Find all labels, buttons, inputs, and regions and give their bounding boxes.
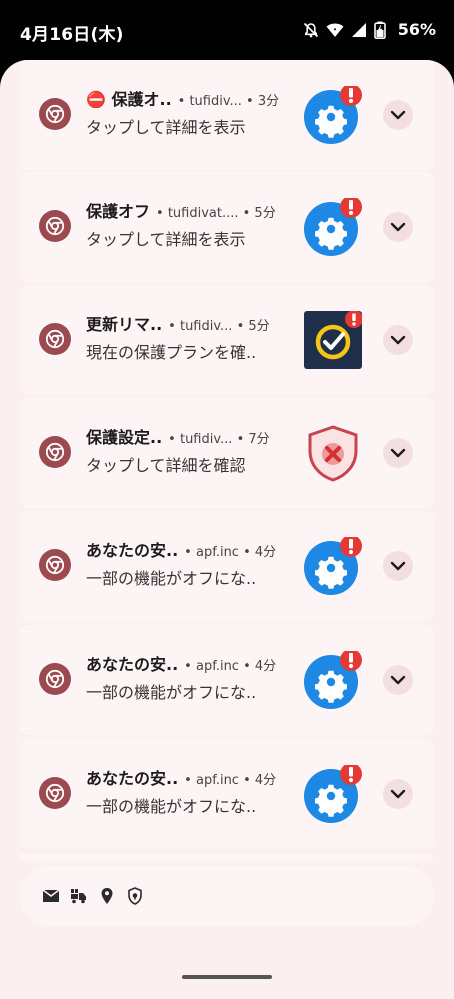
notification-title: 保護オフ [86, 202, 151, 220]
chrome-icon [39, 436, 71, 468]
chevron-down-icon [390, 110, 406, 120]
chevron-down-icon [390, 675, 406, 685]
notification-title: 保護設定.. [86, 428, 163, 446]
notification-header: あなたの安.. • apf.inc • 4分 [86, 765, 300, 787]
delivery-truck-icon [70, 887, 88, 905]
notification-header: 更新リマ.. • tufidiv... • 5分 [86, 311, 300, 333]
notification-header: あなたの安.. • apf.inc • 4分 [86, 651, 300, 673]
chevron-down-icon [390, 222, 406, 232]
notification-body: 一部の機能がオフにな.. [86, 683, 257, 702]
chrome-icon [39, 549, 71, 581]
shield-x-icon [304, 424, 362, 482]
notification-title: あなたの安.. [86, 541, 179, 559]
chevron-down-icon [390, 789, 406, 799]
notification-header: 保護オフ • tufidivat.... • 5分 [86, 198, 300, 220]
gear-alert-icon [304, 84, 362, 144]
notification-stack-edge [20, 853, 434, 861]
notification-title: 更新リマ.. [86, 315, 163, 333]
notification-meta: • tufidivat.... • 5分 [156, 206, 276, 220]
gesture-navigation-handle[interactable] [182, 975, 272, 979]
chrome-icon [39, 663, 71, 695]
notification-title: ⛔ 保護オ.. [86, 90, 172, 108]
notification-body: タップして詳細を確認 [86, 456, 246, 475]
expand-button[interactable] [383, 779, 413, 809]
status-icons: 56% [302, 20, 436, 39]
battery-charging-icon [373, 21, 392, 39]
mute-icon [302, 21, 320, 39]
silent-notifications-row[interactable] [20, 866, 434, 926]
chrome-icon [39, 777, 71, 809]
notification-title: あなたの安.. [86, 769, 179, 787]
expand-button[interactable] [383, 551, 413, 581]
expand-button[interactable] [383, 325, 413, 355]
notification-body: 現在の保護プランを確.. [86, 343, 257, 362]
notification-header: 保護設定.. • tufidiv... • 7分 [86, 424, 300, 446]
notification-meta: • apf.inc • 4分 [184, 545, 277, 559]
notification-card[interactable]: あなたの安.. • apf.inc • 4分一部の機能がオフにな.. [20, 511, 434, 621]
notification-card[interactable]: 更新リマ.. • tufidiv... • 5分現在の保護プランを確.. [20, 285, 434, 395]
notification-body: タップして詳細を表示 [86, 230, 246, 249]
notification-title: あなたの安.. [86, 655, 179, 673]
notification-body: 一部の機能がオフにな.. [86, 797, 257, 816]
notification-card[interactable]: あなたの安.. • apf.inc • 4分一部の機能がオフにな.. [20, 625, 434, 735]
expand-button[interactable] [383, 212, 413, 242]
chevron-down-icon [390, 335, 406, 345]
gear-alert-icon [304, 196, 362, 256]
chrome-icon [39, 210, 71, 242]
notification-meta: • tufidiv... • 7分 [168, 432, 270, 446]
notification-shade: ⛔ 保護オ.. • tufidiv... • 3分 タップして詳細を表示 保護オフ • … [0, 60, 454, 999]
notification-card[interactable]: あなたの安.. • apf.inc • 4分一部の機能がオフにな.. [20, 739, 434, 849]
expand-button[interactable] [383, 665, 413, 695]
notification-header: あなたの安.. • apf.inc • 4分 [86, 537, 300, 559]
mail-icon [42, 887, 60, 905]
shield-lock-icon [126, 887, 144, 905]
location-pin-icon [98, 887, 116, 905]
battery-percent: 56% [397, 20, 436, 39]
gear-alert-icon [304, 763, 362, 823]
gear-alert-icon [304, 649, 362, 709]
chevron-down-icon [390, 448, 406, 458]
notification-card[interactable]: 保護設定.. • tufidiv... • 7分タップして詳細を確認 [20, 398, 434, 508]
expand-button[interactable] [383, 438, 413, 468]
notification-meta: • apf.inc • 4分 [184, 773, 277, 787]
expand-button[interactable] [383, 100, 413, 130]
status-time: 4月16日(木) [20, 25, 124, 45]
notification-meta: • tufidiv... • 3分 [177, 94, 280, 108]
notification-body: タップして詳細を表示 [86, 118, 246, 137]
chrome-icon [39, 98, 71, 130]
notification-meta: • tufidiv... • 5分 [168, 319, 270, 333]
gear-alert-icon [304, 535, 362, 595]
status-bar: 4月16日(木) 56% [0, 0, 454, 62]
notification-card[interactable]: 保護オフ • tufidivat.... • 5分タップして詳細を表示 [20, 172, 434, 282]
notification-header: ⛔ 保護オ.. • tufidiv... • 3分 [86, 86, 300, 108]
chrome-icon [39, 323, 71, 355]
chevron-down-icon [390, 561, 406, 571]
norton-alert-icon [304, 310, 363, 369]
notification-body: 一部の機能がオフにな.. [86, 569, 257, 588]
notification-card[interactable]: ⛔ 保護オ.. • tufidiv... • 3分タップして詳細を表示 [20, 60, 434, 170]
wifi-icon [326, 21, 344, 39]
notification-meta: • apf.inc • 4分 [184, 659, 277, 673]
signal-icon [350, 21, 368, 39]
